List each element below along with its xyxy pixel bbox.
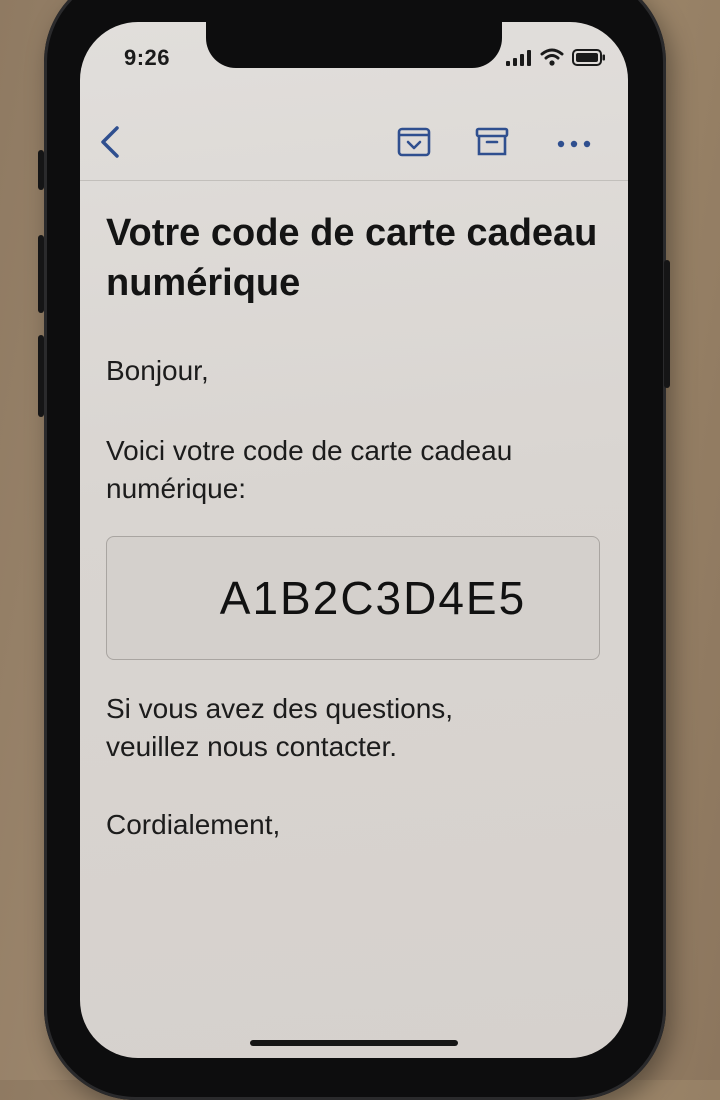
email-intro-line-1: Voici votre code de carte cadeau	[106, 435, 513, 466]
mute-switch	[38, 150, 44, 190]
home-indicator[interactable]	[250, 1040, 458, 1046]
archive-button[interactable]	[470, 122, 514, 166]
status-time: 9:26	[124, 45, 171, 70]
email-intro-line-2: numérique:	[106, 473, 247, 504]
email-contact-line-1: Si vous avez des questions,	[106, 693, 454, 724]
email-greeting: Bonjour,	[106, 355, 209, 386]
volume-down-button	[38, 335, 44, 417]
more-options-button[interactable]	[552, 122, 596, 166]
volume-up-button	[38, 235, 44, 313]
power-button	[664, 260, 670, 388]
tray-arrow-down-icon	[397, 126, 431, 163]
archive-box-icon	[475, 127, 509, 162]
move-to-folder-button[interactable]	[392, 122, 436, 166]
signal-icon	[506, 50, 532, 71]
notch	[206, 22, 502, 68]
email-body: Votre code de carte cadeau numérique Bon…	[106, 208, 602, 508]
email-contact-line-2: veuillez nous contacter.	[106, 731, 398, 762]
phone-screen: 9:26 Votre code de carte cadeau numériqu…	[80, 22, 628, 1058]
wifi-icon	[540, 48, 564, 71]
email-closing: Cordialement,	[106, 809, 281, 840]
gift-code[interactable]: A1B2C3D4E5	[180, 571, 526, 625]
email-subject: Votre code de carte cadeau numérique	[106, 212, 598, 304]
status-icons	[506, 48, 606, 71]
chevron-left-icon	[99, 125, 121, 164]
back-button[interactable]	[88, 122, 132, 166]
email-toolbar	[80, 110, 628, 181]
gift-code-box[interactable]: A1B2C3D4E5	[106, 536, 600, 660]
battery-icon	[572, 49, 606, 71]
email-body-footer: Si vous avez des questions, veuillez nou…	[106, 690, 602, 844]
ellipsis-icon	[557, 135, 591, 153]
